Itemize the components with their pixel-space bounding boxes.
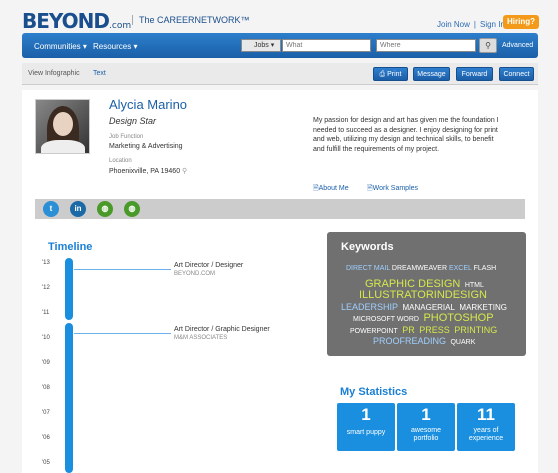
stat-tile: 1 smart puppy: [337, 403, 395, 451]
timeline-year: '09: [42, 360, 50, 366]
message-button[interactable]: Message: [413, 67, 450, 81]
timeline-year: '12: [42, 285, 50, 291]
twitter-icon[interactable]: t: [43, 201, 59, 217]
location-value: Phoenixville, PA 19460 ⚲: [109, 168, 188, 175]
timeline-bar-beyond[interactable]: [65, 258, 73, 320]
forward-button[interactable]: Forward: [456, 67, 493, 81]
where-input[interactable]: [376, 39, 476, 52]
job-title: Art Director / Graphic Designer: [174, 326, 270, 333]
web-icon[interactable]: ◍: [97, 201, 113, 217]
search-button[interactable]: ⚲: [479, 38, 497, 53]
timeline-connector: [74, 333, 171, 334]
linkedin-icon[interactable]: in: [70, 201, 86, 217]
search-icon: ⚲: [485, 41, 491, 50]
timeline-year: '07: [42, 410, 50, 416]
text-view-link[interactable]: Text: [93, 70, 106, 77]
about-me-link[interactable]: 🗎About Me: [313, 184, 349, 195]
profile-name: Alycia Marino: [109, 97, 188, 112]
timeline-title: Timeline: [48, 241, 93, 253]
profile-bio: My passion for design and art has given …: [313, 117, 499, 153]
timeline-year: '13: [42, 260, 50, 266]
job-company: BEYOND.COM: [174, 271, 216, 277]
timeline-year: '11: [42, 310, 50, 316]
advanced-search-link[interactable]: Advanced: [502, 42, 533, 49]
job-company: M&M ASSOCIATES: [174, 335, 228, 341]
timeline-year: '05: [42, 460, 50, 466]
view-infographic-link[interactable]: View Infographic: [28, 70, 80, 77]
job-function-label: Job Function: [109, 134, 144, 140]
keywords-title: Keywords: [341, 241, 394, 253]
beyond-logo[interactable]: BEYOND.com: [22, 9, 131, 33]
tagline: The CAREERNETWORK™: [132, 15, 250, 25]
timeline-year: '10: [42, 335, 50, 341]
top-links: Join Now | Sign In: [437, 20, 505, 29]
profile-photo: [35, 99, 90, 154]
printer-icon: ⎙: [379, 71, 388, 78]
hiring-button[interactable]: Hiring?: [503, 15, 539, 29]
sign-in-link[interactable]: Sign In: [480, 20, 505, 29]
profile-title: Design Star: [109, 116, 157, 126]
job-title: Art Director / Designer: [174, 262, 244, 269]
stat-tile: 1 awesome portfolio: [397, 403, 455, 451]
link-separator: |: [473, 20, 476, 29]
print-button[interactable]: ⎙ Print: [373, 67, 408, 81]
keyword[interactable]: DIRECT MAIL DREAMWEAVER EXCEL FLASH: [346, 265, 496, 272]
work-samples-link[interactable]: 🗎Work Samples: [367, 184, 418, 195]
timeline-connector: [74, 269, 171, 270]
location-label: Location: [109, 158, 132, 164]
connect-button[interactable]: Connect: [499, 67, 534, 81]
map-pin-icon: ⚲: [182, 168, 188, 175]
timeline-year: '08: [42, 385, 50, 391]
nav-resources[interactable]: Resources ▾: [93, 42, 137, 51]
nav-communities[interactable]: Communities ▾: [34, 42, 87, 51]
statistics-title: My Statistics: [340, 386, 408, 398]
web-icon-2[interactable]: ◍: [124, 201, 140, 217]
timeline-year: '06: [42, 435, 50, 441]
timeline-bar-mm[interactable]: [65, 323, 73, 473]
what-input[interactable]: [282, 39, 371, 52]
keyword[interactable]: PROOFREADING QUARK: [373, 331, 475, 349]
stat-tile: 11 years of experience: [457, 403, 515, 451]
job-function-value: Marketing & Advertising: [109, 143, 183, 150]
jobs-select[interactable]: Jobs ▾: [241, 39, 281, 52]
join-now-link[interactable]: Join Now: [437, 20, 470, 29]
